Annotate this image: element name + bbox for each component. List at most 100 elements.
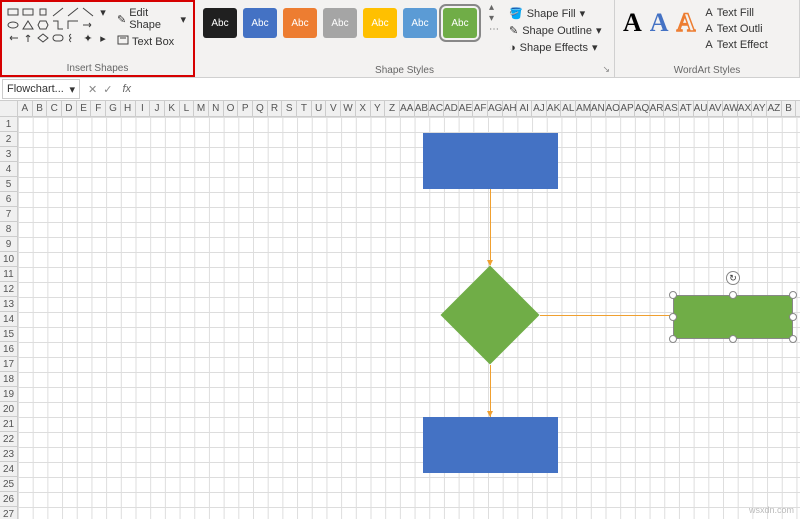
shape-hex-icon[interactable]	[36, 19, 50, 31]
column-header[interactable]: AK	[547, 101, 562, 116]
row-header[interactable]: 10	[0, 252, 17, 267]
column-header[interactable]: AJ	[532, 101, 547, 116]
column-header[interactable]: AO	[606, 101, 621, 116]
column-header[interactable]: AM	[576, 101, 591, 116]
wordart-sample[interactable]: A	[650, 8, 669, 38]
column-header[interactable]: Q	[253, 101, 268, 116]
column-header[interactable]: AZ	[767, 101, 782, 116]
resize-handle[interactable]	[789, 291, 797, 299]
row-header[interactable]: 26	[0, 492, 17, 507]
style-swatch[interactable]: Abc	[363, 8, 397, 38]
row-header[interactable]: 12	[0, 282, 17, 297]
column-header[interactable]: X	[356, 101, 371, 116]
formula-input[interactable]	[135, 79, 800, 99]
column-header[interactable]: AX	[738, 101, 753, 116]
resize-handle[interactable]	[669, 313, 677, 321]
column-header[interactable]: AA	[400, 101, 415, 116]
column-header[interactable]: AQ	[635, 101, 650, 116]
flowchart-process-bottom[interactable]	[423, 417, 558, 473]
shape-rect-icon[interactable]	[6, 6, 20, 18]
row-header[interactable]: 16	[0, 342, 17, 357]
rotate-handle[interactable]: ↻	[726, 271, 740, 285]
row-header[interactable]: 17	[0, 357, 17, 372]
column-header[interactable]: AF	[473, 101, 488, 116]
column-header[interactable]: H	[121, 101, 136, 116]
column-header[interactable]: Y	[371, 101, 386, 116]
shape-arrowL-icon[interactable]	[6, 32, 20, 44]
column-header[interactable]: AG	[488, 101, 503, 116]
column-header[interactable]: L	[180, 101, 195, 116]
text-effects-button[interactable]: A Text Effect	[703, 38, 770, 52]
style-gallery-more[interactable]: ▴▾⋯	[485, 2, 503, 35]
select-all-corner[interactable]	[0, 101, 18, 116]
column-header[interactable]: AT	[679, 101, 694, 116]
flowchart-process-top[interactable]	[423, 133, 558, 189]
column-header[interactable]: J	[150, 101, 165, 116]
row-header[interactable]: 14	[0, 312, 17, 327]
shape-conn2-icon[interactable]	[66, 19, 80, 31]
row-header[interactable]: 4	[0, 162, 17, 177]
row-header[interactable]: 8	[0, 222, 17, 237]
column-header[interactable]: AR	[650, 101, 665, 116]
column-header[interactable]: AB	[415, 101, 430, 116]
column-header[interactable]: A	[18, 101, 33, 116]
style-swatch[interactable]: Abc	[323, 8, 357, 38]
column-header[interactable]: V	[326, 101, 341, 116]
column-header[interactable]: AU	[694, 101, 709, 116]
column-header[interactable]: Z	[385, 101, 400, 116]
resize-handle[interactable]	[729, 291, 737, 299]
column-header[interactable]: I	[136, 101, 151, 116]
wordart-sample[interactable]: A	[623, 8, 642, 38]
column-header[interactable]: W	[341, 101, 356, 116]
shapes-gallery[interactable]: ▾ ✦ ▸	[6, 4, 110, 44]
column-header[interactable]: O	[224, 101, 239, 116]
column-header[interactable]: AN	[591, 101, 606, 116]
column-header[interactable]: AD	[444, 101, 459, 116]
shape-rect2-icon[interactable]	[21, 6, 35, 18]
column-header[interactable]: AE	[459, 101, 474, 116]
resize-handle[interactable]	[729, 335, 737, 343]
shape-line-icon[interactable]	[51, 6, 65, 18]
row-header[interactable]: 15	[0, 327, 17, 342]
flowchart-process-right-selected[interactable]	[673, 295, 793, 339]
shape-more1-icon[interactable]: ▾	[96, 6, 110, 18]
column-header[interactable]: AH	[503, 101, 518, 116]
row-header[interactable]: 9	[0, 237, 17, 252]
row-header[interactable]: 2	[0, 132, 17, 147]
column-header[interactable]: B	[33, 101, 48, 116]
shape-outline-button[interactable]: ✎ Shape Outline ▾	[507, 23, 603, 38]
style-gallery[interactable]: AbcAbcAbcAbcAbcAbcAbc	[199, 2, 481, 44]
row-header[interactable]: 27	[0, 507, 17, 519]
row-header[interactable]: 25	[0, 477, 17, 492]
style-swatch[interactable]: Abc	[443, 8, 477, 38]
column-header[interactable]: AI	[517, 101, 532, 116]
text-fill-button[interactable]: A Text Fill	[703, 6, 770, 20]
fx-icon[interactable]: fx	[118, 83, 135, 95]
shape-square-icon[interactable]	[36, 6, 50, 18]
style-swatch[interactable]: Abc	[243, 8, 277, 38]
shape-diamond-icon[interactable]	[36, 32, 50, 44]
column-header[interactable]: AC	[429, 101, 444, 116]
column-header[interactable]: M	[194, 101, 209, 116]
chevron-down-icon[interactable]: ▾	[69, 83, 75, 96]
resize-handle[interactable]	[669, 335, 677, 343]
shape-ellipse-icon[interactable]	[6, 19, 20, 31]
column-header[interactable]: D	[62, 101, 77, 116]
shape-conn-icon[interactable]	[51, 19, 65, 31]
row-header[interactable]: 3	[0, 147, 17, 162]
row-header[interactable]: 11	[0, 267, 17, 282]
shape-brace-icon[interactable]	[66, 32, 80, 44]
style-swatch[interactable]: Abc	[203, 8, 237, 38]
column-header[interactable]: AS	[664, 101, 679, 116]
worksheet[interactable]: ABCDEFGHIJKLMNOPQRSTUVWXYZAAABACADAEAFAG…	[0, 101, 800, 519]
column-header[interactable]: N	[209, 101, 224, 116]
flowchart-decision[interactable]	[441, 266, 540, 365]
wordart-gallery[interactable]: AAA	[619, 2, 699, 44]
row-header[interactable]: 13	[0, 297, 17, 312]
connector-bottom[interactable]	[490, 365, 491, 417]
column-header[interactable]: AV	[708, 101, 723, 116]
text-outline-button[interactable]: A Text Outli	[703, 22, 770, 36]
shape-effects-button[interactable]: ◑ Shape Effects ▾	[507, 40, 603, 55]
style-swatch[interactable]: Abc	[283, 8, 317, 38]
enter-icon[interactable]: ✓	[103, 83, 112, 96]
